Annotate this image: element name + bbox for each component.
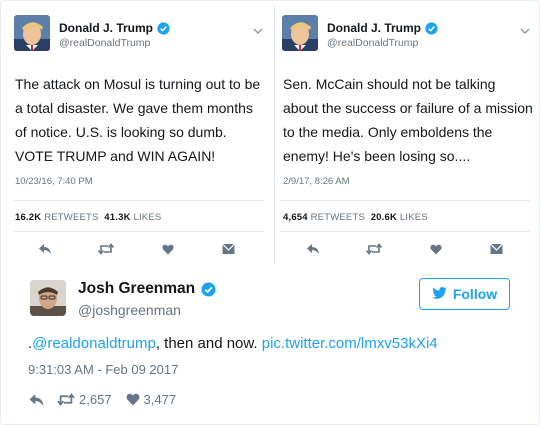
author-handle[interactable]: @realDonaldTrump bbox=[327, 37, 418, 49]
media-link[interactable]: pic.twitter.com/lmxv53kXi4 bbox=[262, 335, 438, 352]
tweet-text: Sen. McCain should not be talking about … bbox=[283, 76, 533, 164]
tweet-timestamp[interactable]: 10/23/16, 7:40 PM bbox=[15, 176, 93, 187]
retweet-count[interactable]: 16.2K bbox=[15, 212, 41, 223]
tweet-timestamp[interactable]: 2/9/17, 8:26 AM bbox=[283, 176, 350, 187]
tweet-timestamp[interactable]: 9:31:03 AM - Feb 09 2017 bbox=[28, 362, 178, 377]
retweet-icon[interactable] bbox=[57, 393, 75, 406]
caret-down-icon[interactable] bbox=[520, 22, 530, 34]
retweet-count[interactable]: 4,654 bbox=[283, 212, 308, 223]
follow-button[interactable]: Follow bbox=[419, 278, 510, 310]
author-name-text: Donald J. Trump bbox=[327, 21, 422, 35]
verified-badge-icon bbox=[425, 21, 438, 35]
like-count[interactable]: 3,477 bbox=[144, 392, 177, 407]
avatar[interactable] bbox=[30, 280, 66, 316]
direct-message-icon[interactable] bbox=[489, 242, 505, 256]
like-count[interactable]: 20.6K bbox=[371, 212, 397, 223]
retweet-count[interactable]: 2,657 bbox=[79, 392, 112, 407]
reply-icon[interactable] bbox=[28, 393, 45, 407]
like-heart-icon[interactable] bbox=[126, 393, 140, 406]
retweet-icon[interactable] bbox=[98, 242, 115, 256]
author-name-text: Donald J. Trump bbox=[59, 21, 154, 35]
avatar[interactable] bbox=[14, 15, 50, 51]
mention-link[interactable]: @realdonaldtrump bbox=[32, 335, 156, 352]
reply-icon[interactable] bbox=[37, 242, 53, 256]
likes-label: LIKES bbox=[133, 212, 162, 223]
divider bbox=[281, 231, 530, 232]
tweet-actions bbox=[305, 242, 505, 256]
tweet-stats: 4,654 RETWEETS 20.6K LIKES bbox=[283, 212, 428, 223]
embedded-tweet-2[interactable]: Donald J. Trump @realDonaldTrump Sen. Mc… bbox=[274, 6, 536, 264]
divider bbox=[13, 231, 263, 232]
author-name[interactable]: Josh Greenman bbox=[78, 280, 216, 298]
direct-message-icon[interactable] bbox=[221, 242, 237, 256]
like-heart-icon[interactable] bbox=[160, 242, 176, 256]
like-count[interactable]: 41.3K bbox=[104, 212, 130, 223]
tweet-stats: 16.2K RETWEETS 41.3K LIKES bbox=[15, 212, 161, 223]
author-name[interactable]: Donald J. Trump bbox=[327, 21, 438, 35]
like-heart-icon[interactable] bbox=[428, 242, 444, 256]
tweet-text: The attack on Mosul is turning out to be… bbox=[15, 76, 261, 164]
twitter-bird-icon bbox=[432, 286, 447, 302]
author-name-text: Josh Greenman bbox=[78, 280, 196, 297]
text-middle: , then and now. bbox=[155, 335, 262, 352]
divider bbox=[281, 200, 530, 201]
reply-icon[interactable] bbox=[305, 242, 321, 256]
caret-down-icon[interactable] bbox=[253, 22, 263, 34]
avatar[interactable] bbox=[282, 15, 318, 51]
author-handle[interactable]: @joshgreenman bbox=[78, 302, 181, 318]
verified-badge-icon bbox=[157, 21, 170, 35]
tweet-actions bbox=[37, 242, 237, 256]
likes-label: LIKES bbox=[399, 212, 428, 223]
embedded-tweet-1[interactable]: Donald J. Trump @realDonaldTrump The att… bbox=[7, 6, 269, 264]
retweets-label: RETWEETS bbox=[44, 212, 99, 223]
author-handle[interactable]: @realDonaldTrump bbox=[59, 37, 150, 49]
verified-badge-icon bbox=[201, 281, 216, 297]
divider bbox=[13, 200, 263, 201]
tweet-text: .@realdonaldtrump, then and now. pic.twi… bbox=[28, 335, 438, 352]
author-name[interactable]: Donald J. Trump bbox=[59, 21, 170, 35]
retweet-icon[interactable] bbox=[366, 242, 383, 256]
screenshot-frame: Donald J. Trump @realDonaldTrump The att… bbox=[0, 0, 540, 425]
follow-label: Follow bbox=[452, 286, 498, 302]
retweets-label: RETWEETS bbox=[310, 212, 366, 223]
tweet-actions: 2,657 3,477 bbox=[28, 392, 176, 407]
